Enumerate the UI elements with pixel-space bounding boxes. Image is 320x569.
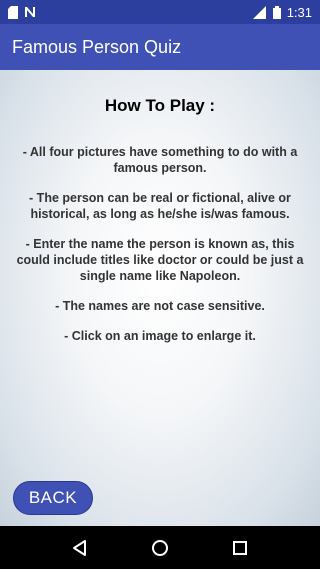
status-right: 1:31 xyxy=(251,5,312,20)
status-time: 1:31 xyxy=(286,4,312,20)
rule-item: - Enter the name the person is known as,… xyxy=(16,237,304,283)
navigation-bar xyxy=(0,526,320,569)
page-heading: How To Play : xyxy=(104,96,216,115)
sd-card-icon xyxy=(8,5,18,19)
back-triangle-icon xyxy=(73,539,86,556)
rule-item: - The person can be real or fictional, a… xyxy=(29,191,291,221)
nav-home-button[interactable] xyxy=(140,528,180,568)
rules-list: - All four pictures have something to do… xyxy=(0,144,320,358)
nav-recents-button[interactable] xyxy=(220,528,260,568)
status-bar: 1:31 xyxy=(0,0,320,24)
app-bar: Famous Person Quiz xyxy=(0,24,320,70)
recents-square-icon xyxy=(233,540,247,555)
rule-item: - All four pictures have something to do… xyxy=(22,145,298,175)
back-button[interactable]: BACK xyxy=(13,481,93,515)
rule-item: - The names are not case sensitive. xyxy=(55,299,265,313)
lte-signal-icon xyxy=(251,5,267,19)
how-to-play-panel: How To Play : - All four pictures have s… xyxy=(0,70,320,526)
rule-item: - Click on an image to enlarge it. xyxy=(64,329,256,343)
n-notification-icon xyxy=(24,6,36,18)
nav-back-button[interactable] xyxy=(60,528,100,568)
home-circle-icon xyxy=(152,539,168,556)
status-left xyxy=(8,5,36,19)
battery-icon xyxy=(272,5,281,19)
app-title: Famous Person Quiz xyxy=(12,36,182,57)
